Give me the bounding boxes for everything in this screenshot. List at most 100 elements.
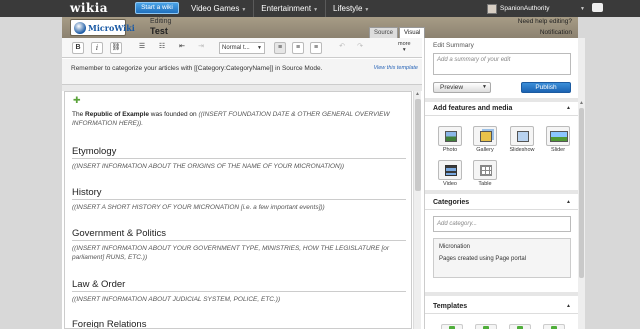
add-slider-button[interactable]: Slider bbox=[545, 126, 571, 153]
puzzle-piece-icon[interactable]: ✚ bbox=[73, 95, 81, 106]
view-template-link[interactable]: View this template bbox=[373, 65, 418, 71]
preview-button[interactable]: Preview ▼ bbox=[433, 82, 491, 93]
publish-button[interactable]: Publish bbox=[521, 82, 571, 93]
start-wiki-button[interactable]: Start a wiki bbox=[135, 2, 179, 14]
wikia-logo[interactable]: wikia bbox=[70, 1, 108, 15]
editor-scrollbar[interactable]: ▲ bbox=[413, 91, 421, 329]
hub-menu: Video Games ▼ Entertainment ▼ Lifestyle ▼ bbox=[184, 0, 376, 17]
align-center-icon: ≡ bbox=[295, 44, 301, 51]
add-slideshow-button[interactable]: Slideshow bbox=[509, 126, 535, 153]
more-button[interactable]: more ▾ bbox=[398, 41, 411, 53]
section-law-order: Law & Order ((INSERT INFORMATION ABOUT J… bbox=[72, 279, 406, 304]
section-history: History ((INSERT A SHORT HISTORY OF YOUR… bbox=[72, 187, 406, 212]
align-right-button[interactable]: ≡ bbox=[310, 42, 322, 54]
numbered-list-button[interactable]: ☷ bbox=[156, 42, 168, 54]
category-notice-text: Remember to categorize your articles wit… bbox=[71, 65, 323, 72]
bold-button[interactable]: B bbox=[72, 42, 84, 54]
chevron-down-icon[interactable]: ▼ bbox=[580, 6, 585, 12]
media-label: Slideshow bbox=[509, 147, 535, 153]
category-list: Micronation Pages created using Page por… bbox=[433, 238, 571, 278]
tab-visual[interactable]: Visual bbox=[399, 27, 426, 38]
media-label: Video bbox=[443, 181, 457, 187]
hub-entertainment[interactable]: Entertainment ▼ bbox=[253, 0, 325, 17]
edit-summary-input[interactable]: Add a summary of your edit bbox=[433, 53, 571, 75]
chevron-down-icon: ▼ bbox=[313, 7, 319, 13]
user-menu[interactable]: SpanionAuthority bbox=[487, 2, 550, 15]
visual-editor-area[interactable]: ✚ The Republic of Example was founded on… bbox=[64, 91, 412, 329]
table-icon bbox=[480, 165, 492, 176]
collapse-icon[interactable]: ▲ bbox=[566, 199, 571, 205]
align-left-button[interactable]: ≡ bbox=[274, 42, 286, 54]
wiki-logo-text: MicroWiki bbox=[88, 23, 135, 33]
features-panel-header[interactable]: Add features and media ▲ bbox=[425, 102, 579, 116]
rail-scrollbar[interactable]: ▲ bbox=[578, 100, 585, 329]
hub-label: Entertainment bbox=[261, 4, 312, 13]
slider-icon bbox=[550, 131, 568, 142]
section-etymology: Etymology ((INSERT INFORMATION ABOUT THE… bbox=[72, 146, 406, 171]
scroll-thumb[interactable] bbox=[579, 108, 584, 278]
help-link[interactable]: Need help editing? bbox=[518, 18, 572, 25]
add-video-button[interactable]: Video bbox=[437, 160, 463, 187]
collapse-icon[interactable]: ▲ bbox=[566, 303, 571, 309]
notifications-link[interactable]: Notification bbox=[540, 29, 572, 36]
global-nav: wikia Start a wiki Video Games ▼ Entertai… bbox=[0, 0, 640, 17]
section-heading: Government & Politics bbox=[72, 228, 406, 241]
scroll-thumb[interactable] bbox=[415, 99, 421, 191]
section-body: ((INSERT INFORMATION ABOUT YOUR GOVERNME… bbox=[72, 245, 390, 261]
wiki-logo[interactable]: MicroWiki bbox=[70, 19, 135, 36]
category-item[interactable]: Micronation bbox=[439, 244, 470, 250]
edit-summary-label: Edit Summary bbox=[433, 42, 474, 49]
category-item[interactable]: Pages created using Page portal bbox=[439, 256, 526, 262]
media-tile bbox=[438, 160, 462, 180]
redo-icon: ↷ bbox=[357, 43, 363, 50]
tab-source[interactable]: Source bbox=[369, 27, 399, 38]
media-label: Photo bbox=[442, 147, 458, 153]
format-select[interactable]: Normal t... ▼ bbox=[219, 42, 265, 54]
bullet-list-icon: ☰ bbox=[138, 43, 146, 50]
chevron-down-icon[interactable]: ▼ bbox=[482, 83, 487, 92]
add-gallery-button[interactable]: Gallery bbox=[472, 126, 498, 153]
italic-button[interactable]: i bbox=[91, 42, 103, 54]
section-government: Government & Politics ((INSERT INFORMATI… bbox=[72, 228, 406, 262]
chevron-down-icon: ▼ bbox=[257, 45, 262, 51]
redo-button[interactable]: ↷ bbox=[354, 42, 366, 54]
categories-panel-header[interactable]: Categories ▲ bbox=[425, 196, 579, 210]
undo-button[interactable]: ↶ bbox=[336, 42, 348, 54]
scroll-up-icon[interactable]: ▲ bbox=[579, 100, 584, 106]
indent-button[interactable]: ⇥ bbox=[195, 42, 207, 54]
section-body: ((INSERT A SHORT HISTORY OF YOUR MICRONA… bbox=[72, 204, 325, 211]
hub-lifestyle[interactable]: Lifestyle ▼ bbox=[325, 0, 376, 17]
collapse-icon[interactable]: ▲ bbox=[566, 105, 571, 111]
templates-panel-header[interactable]: Templates ▲ bbox=[425, 300, 579, 314]
template-item[interactable] bbox=[543, 324, 565, 329]
template-item[interactable] bbox=[441, 324, 463, 329]
avatar bbox=[487, 3, 497, 14]
right-rail: Edit Summary Add a summary of your edit … bbox=[424, 38, 579, 329]
video-icon bbox=[445, 165, 457, 176]
editing-label: Editing bbox=[150, 18, 172, 25]
add-photo-button[interactable]: Photo bbox=[437, 126, 463, 153]
link-button[interactable]: ⛓ bbox=[110, 42, 122, 54]
section-body: ((INSERT INFORMATION ABOUT THE ORIGINS O… bbox=[72, 163, 345, 170]
add-table-button[interactable]: Table bbox=[472, 160, 498, 187]
notifications-bubble-icon[interactable] bbox=[592, 3, 603, 12]
section-heading: Etymology bbox=[72, 146, 406, 159]
media-label: Gallery bbox=[476, 147, 494, 153]
align-center-button[interactable]: ≡ bbox=[292, 42, 304, 54]
link-icon: ⛓ bbox=[111, 44, 121, 51]
intro-text: was founded on bbox=[148, 111, 199, 118]
outdent-button[interactable]: ⇤ bbox=[176, 42, 188, 54]
format-select-value: Normal t... bbox=[222, 45, 250, 51]
divider bbox=[425, 190, 579, 194]
bullet-list-button[interactable]: ☰ bbox=[136, 42, 148, 54]
add-category-input[interactable]: Add category... bbox=[433, 216, 571, 232]
hub-video-games[interactable]: Video Games ▼ bbox=[184, 0, 253, 17]
template-item[interactable] bbox=[509, 324, 531, 329]
templates-panel-title: Templates bbox=[433, 303, 468, 310]
scroll-up-icon[interactable]: ▲ bbox=[415, 91, 420, 97]
section-heading: Law & Order bbox=[72, 279, 406, 292]
gallery-icon bbox=[480, 131, 492, 142]
align-left-icon: ≡ bbox=[277, 44, 283, 51]
template-item[interactable] bbox=[475, 324, 497, 329]
align-right-icon: ≡ bbox=[313, 44, 319, 51]
